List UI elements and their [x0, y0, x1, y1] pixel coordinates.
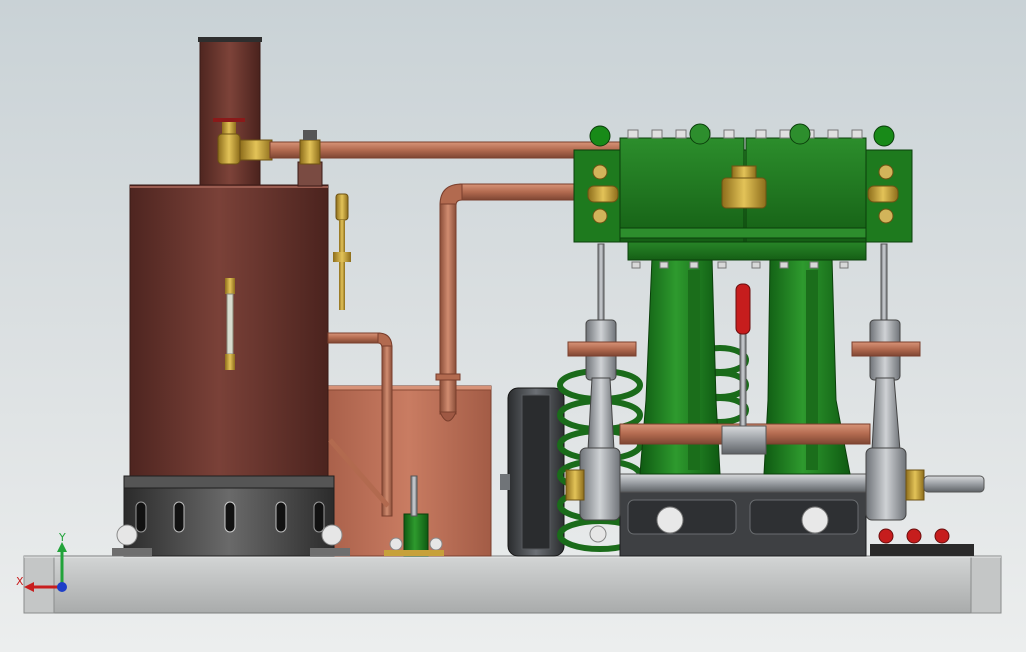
- triad-y-label: Y: [59, 531, 66, 544]
- flywheel[interactable]: [500, 387, 565, 557]
- chimney-cap: [198, 37, 262, 42]
- safety-valve[interactable]: [333, 193, 351, 310]
- base-plate[interactable]: [23, 555, 1002, 614]
- steam-engine-model[interactable]: [0, 0, 1026, 652]
- lubricator-right: [873, 125, 895, 147]
- engine-bedplate[interactable]: [619, 473, 867, 557]
- lubricator-left: [589, 125, 611, 147]
- oil-cups: [870, 528, 974, 556]
- cad-3d-viewport[interactable]: X Y: [0, 0, 1026, 652]
- column-bolts: [631, 261, 849, 269]
- cylinder-block[interactable]: [573, 123, 913, 243]
- triad-x-label: X: [16, 575, 24, 588]
- lever-handle: [735, 283, 751, 335]
- boiler[interactable]: [112, 37, 351, 557]
- triad-z-axis: [57, 582, 67, 592]
- cylinder-top-bolts: [627, 129, 863, 139]
- water-gauge-glass[interactable]: [225, 278, 235, 370]
